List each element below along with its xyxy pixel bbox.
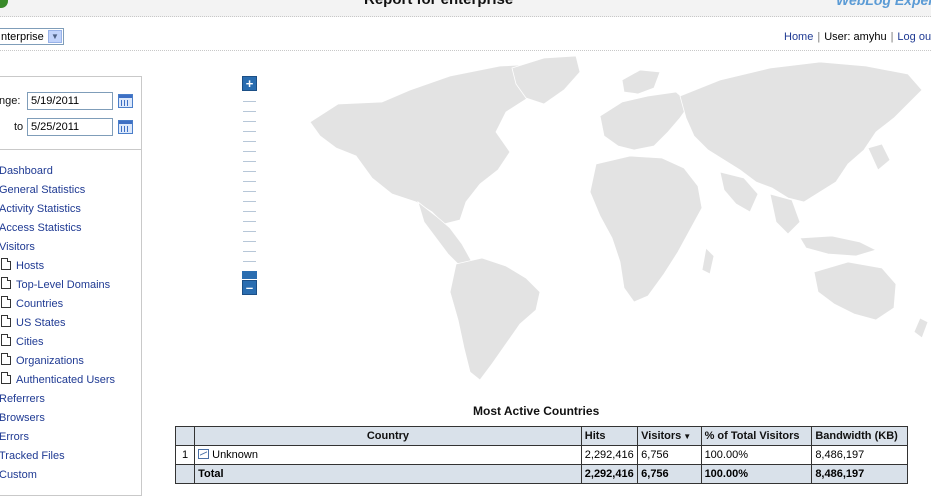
visitors-column-header[interactable]: Visitors ▼ — [637, 426, 702, 446]
row-hits: 2,292,416 — [580, 445, 639, 465]
total-visitors: 6,756 — [637, 464, 702, 484]
row-rank: 1 — [174, 445, 196, 465]
nav-item-dashboard[interactable]: Dashboard — [0, 162, 53, 181]
total-label: Total — [194, 464, 582, 484]
date-from-input[interactable]: 5/19/2011 — [27, 92, 113, 110]
date-to-input[interactable]: 5/25/2011 — [27, 118, 113, 136]
date-to-label: to — [14, 121, 24, 133]
home-link[interactable]: Home — [784, 31, 813, 43]
app-header: Report for enterprise WebLog Exper — [0, 0, 931, 17]
nav-item-referrers[interactable]: Referrers — [0, 390, 45, 409]
logout-link[interactable]: Log ou — [897, 31, 931, 43]
nav-item-errors[interactable]: Errors — [0, 428, 29, 447]
profile-select[interactable]: nterprise ▼ — [0, 28, 64, 45]
map-land — [309, 55, 929, 381]
left-panel: nge: 5/19/2011 to 5/25/2011 Dashboard Ge… — [0, 76, 142, 496]
nav-item-hosts[interactable]: Hosts — [1, 257, 44, 276]
nav-item-browsers[interactable]: Browsers — [0, 409, 45, 428]
nav-item-top-level-domains[interactable]: Top-Level Domains — [1, 276, 110, 295]
row-visitors: 6,756 — [637, 445, 702, 465]
document-icon — [1, 372, 11, 384]
document-icon — [1, 353, 11, 365]
pct-visitors-column-header[interactable]: % of Total Visitors — [700, 426, 813, 446]
document-icon — [1, 258, 11, 270]
world-map-canvas — [309, 55, 929, 381]
table-row: 1 Unknown 2,292,416 6,756 100.00% 8,486,… — [174, 445, 908, 465]
countries-table: Country Hits Visitors ▼ % of Total Visito… — [174, 426, 908, 484]
total-bandwidth: 8,486,197 — [811, 464, 908, 484]
total-rank-cell — [174, 464, 196, 484]
row-pct: 100.00% — [700, 445, 813, 465]
date-range-label: nge: — [0, 95, 21, 107]
total-hits: 2,292,416 — [580, 464, 639, 484]
table-total-row: Total 2,292,416 6,756 100.00% 8,486,197 — [174, 464, 908, 484]
row-country[interactable]: Unknown — [194, 445, 582, 465]
document-icon — [1, 296, 11, 308]
nav-item-custom[interactable]: Custom — [0, 466, 37, 485]
panel-divider — [0, 149, 141, 150]
calendar-icon[interactable] — [118, 120, 133, 134]
document-icon — [1, 315, 11, 327]
report-title: Report for enterprise — [364, 0, 513, 8]
row-bandwidth: 8,486,197 — [811, 445, 908, 465]
nav-item-visitors[interactable]: Visitors — [0, 238, 35, 257]
user-links: Home | User: amyhu | Log ou — [784, 31, 931, 43]
total-pct: 100.00% — [700, 464, 813, 484]
logo-icon — [0, 0, 8, 8]
document-icon — [1, 334, 11, 346]
nav-item-tracked-files[interactable]: Tracked Files — [0, 447, 65, 466]
document-icon — [1, 277, 11, 289]
nav-item-general-statistics[interactable]: General Statistics — [0, 181, 85, 200]
nav-item-organizations[interactable]: Organizations — [1, 352, 84, 371]
nav-item-cities[interactable]: Cities — [1, 333, 44, 352]
table-title: Most Active Countries — [473, 404, 600, 418]
user-name: User: amyhu — [824, 31, 887, 43]
nav-item-activity-statistics[interactable]: Activity Statistics — [0, 200, 81, 219]
brand-logo: WebLog Exper — [836, 0, 931, 8]
world-map[interactable]: + – — [160, 52, 931, 402]
nav-item-us-states[interactable]: US States — [1, 314, 66, 333]
trend-chart-icon[interactable] — [198, 449, 210, 459]
profile-select-value: nterprise — [1, 31, 44, 43]
profile-bar: nterprise ▼ Home | User: amyhu | Log ou — [0, 26, 931, 51]
rank-column-header — [174, 426, 196, 446]
sort-desc-icon: ▼ — [683, 432, 692, 441]
bandwidth-column-header[interactable]: Bandwidth (KB) — [811, 426, 908, 446]
country-column-header[interactable]: Country — [194, 426, 582, 446]
chevron-down-icon[interactable]: ▼ — [48, 30, 62, 43]
hits-column-header[interactable]: Hits — [580, 426, 639, 446]
table-header-row: Country Hits Visitors ▼ % of Total Visito… — [174, 426, 908, 446]
nav-item-access-statistics[interactable]: Access Statistics — [0, 219, 82, 238]
calendar-icon[interactable] — [118, 94, 133, 108]
nav-item-authenticated-users[interactable]: Authenticated Users — [1, 371, 115, 390]
nav-item-countries[interactable]: Countries — [1, 295, 63, 314]
